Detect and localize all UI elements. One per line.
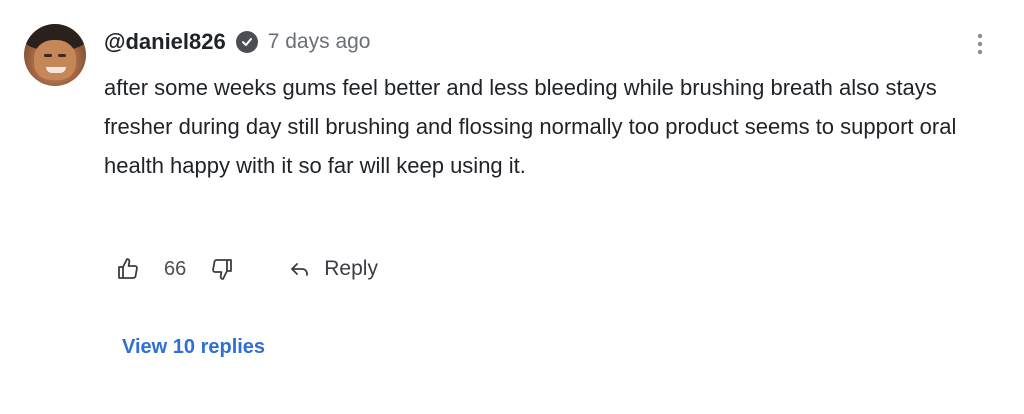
verified-icon: [235, 31, 258, 53]
avatar-face: [34, 40, 76, 80]
more-options-icon[interactable]: [968, 30, 992, 58]
timestamp[interactable]: 7 days ago: [268, 30, 371, 54]
avatar-eye-right: [58, 54, 66, 57]
avatar[interactable]: [24, 24, 86, 86]
comment-body: after some weeks gums feel better and le…: [104, 75, 957, 178]
thumbs-down-icon: [212, 259, 233, 280]
reply-button[interactable]: Reply: [290, 257, 378, 281]
reply-label: Reply: [324, 257, 378, 280]
author-name[interactable]: @daniel826: [104, 29, 226, 55]
comment-header: @daniel826 7 days ago: [104, 28, 370, 56]
reply-arrow-icon: [291, 263, 309, 276]
like-count: 66: [164, 257, 187, 280]
view-replies-link[interactable]: View 10 replies: [122, 336, 265, 359]
thumbs-up-icon: [118, 258, 138, 279]
like-button[interactable]: [116, 257, 140, 281]
avatar-mouth: [46, 67, 66, 73]
dislike-button[interactable]: [210, 257, 234, 281]
avatar-eye-left: [44, 54, 52, 57]
comment-actions: 66 Reply: [116, 252, 378, 286]
